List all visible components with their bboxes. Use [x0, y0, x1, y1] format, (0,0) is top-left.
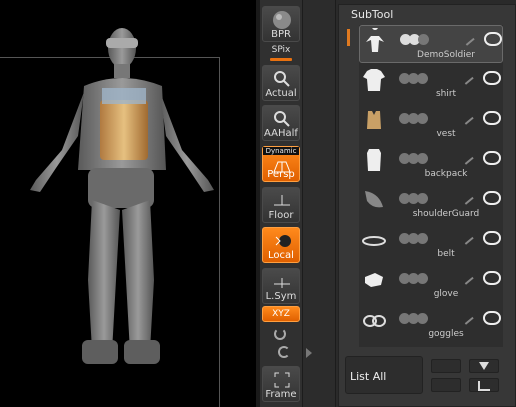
subtool-toggles	[400, 34, 430, 46]
brush-icon[interactable]	[458, 109, 474, 125]
brush-icon[interactable]	[458, 189, 474, 205]
spix-slider-track	[270, 58, 292, 61]
right-shelf: BPR SPix Actual AAHalf Dynamic Persp Flo…	[260, 0, 302, 407]
tray-divider[interactable]	[302, 0, 336, 407]
subtool-toggles	[399, 313, 429, 325]
subtool-toggles	[399, 193, 429, 205]
subtool-name: shoulderGuard	[412, 209, 480, 219]
shirt-thumb-icon	[363, 69, 385, 91]
eye-icon[interactable]	[483, 71, 501, 85]
magnifier-icon	[274, 111, 290, 127]
brush-icon[interactable]	[458, 69, 474, 85]
soldier-thumb-icon	[366, 28, 384, 52]
move-up-button[interactable]	[431, 359, 461, 373]
brush-icon[interactable]	[458, 149, 474, 165]
arrow-down-button[interactable]	[469, 359, 499, 373]
ghost-toggle[interactable]	[417, 113, 428, 124]
subtool-item[interactable]: goggles	[359, 305, 503, 343]
shoulder-guard-thumb-icon	[365, 191, 383, 208]
rotate-y-icon[interactable]	[274, 328, 286, 340]
xyz-button[interactable]: XYZ	[262, 306, 300, 322]
panel-tab-marker	[347, 29, 350, 46]
belt-thumb-icon	[362, 236, 386, 246]
goggles-thumb-icon	[363, 315, 386, 327]
subtool-item[interactable]: vest	[359, 105, 503, 143]
spix-label: SPix	[271, 45, 291, 55]
soldier-model	[30, 28, 214, 364]
local-pivot-icon	[275, 235, 291, 247]
brush-icon[interactable]	[458, 309, 474, 325]
arrow-down-right-button[interactable]	[469, 378, 499, 392]
eye-icon[interactable]	[483, 271, 501, 285]
subtool-toggles	[399, 113, 429, 125]
ghost-toggle[interactable]	[417, 233, 428, 244]
ghost-toggle[interactable]	[417, 193, 428, 204]
brush-icon[interactable]	[458, 229, 474, 245]
list-all-button[interactable]: List All	[345, 356, 423, 394]
lsym-button[interactable]: L.Sym	[262, 268, 300, 304]
eye-icon[interactable]	[483, 151, 501, 165]
subtool-item[interactable]: shirt	[359, 65, 503, 103]
subtool-title[interactable]: SubTool	[351, 8, 393, 21]
brush-icon[interactable]	[458, 269, 474, 285]
eye-icon[interactable]	[483, 231, 501, 245]
brush-icon[interactable]	[459, 30, 475, 46]
canvas-viewport[interactable]	[0, 0, 256, 407]
magnifier-icon	[274, 71, 290, 87]
rotate-z-icon[interactable]	[278, 346, 290, 358]
frame-button[interactable]: Frame	[262, 366, 300, 402]
arrow-return-icon	[478, 381, 490, 391]
glove-thumb-icon	[365, 273, 383, 287]
floor-grid-icon	[274, 195, 290, 206]
subtool-name: backpack	[424, 169, 468, 179]
ghost-toggle[interactable]	[417, 73, 428, 84]
subtool-item[interactable]: glove	[359, 265, 503, 303]
eye-icon[interactable]	[483, 111, 501, 125]
subtool-name: shirt	[435, 89, 457, 99]
subtool-name: glove	[433, 289, 459, 299]
subtool-toggles	[399, 73, 429, 85]
ghost-toggle[interactable]	[417, 273, 428, 284]
persp-button[interactable]: Dynamic Persp	[262, 146, 300, 182]
subtool-name: belt	[437, 249, 455, 259]
ghost-toggle[interactable]	[417, 313, 428, 324]
symmetry-arrows-icon	[274, 278, 290, 288]
bpr-button[interactable]: BPR	[262, 6, 300, 42]
subtool-toggles	[399, 273, 429, 285]
subtool-name: vest	[436, 129, 456, 139]
aahalf-button[interactable]: AAHalf	[262, 105, 300, 141]
eye-icon[interactable]	[483, 191, 501, 205]
move-right-button[interactable]	[431, 378, 461, 392]
spix-slider[interactable]: SPix	[262, 45, 300, 63]
actual-button[interactable]: Actual	[262, 65, 300, 101]
subtool-name: DemoSoldier	[417, 50, 475, 60]
subtool-panel: SubTool DemoSoldier shirt vest backpack shou…	[338, 4, 516, 407]
eye-icon[interactable]	[484, 32, 502, 46]
subtool-toggles	[399, 233, 429, 245]
ghost-toggle[interactable]	[418, 34, 429, 45]
sphere-icon	[273, 11, 291, 29]
frame-corners-icon	[274, 372, 290, 388]
subtool-item[interactable]: DemoSoldier	[359, 25, 503, 63]
subtool-item[interactable]: shoulderGuard	[359, 185, 503, 223]
local-button[interactable]: Local	[262, 227, 300, 263]
arrow-down-icon	[479, 362, 489, 370]
vest-thumb-icon	[367, 111, 381, 129]
collapse-arrow-icon[interactable]	[306, 348, 312, 358]
subtool-name: goggles	[428, 329, 464, 339]
subtool-list: DemoSoldier shirt vest backpack shoulderGuar…	[359, 25, 503, 347]
eye-icon[interactable]	[483, 311, 501, 325]
subtool-item[interactable]: belt	[359, 225, 503, 263]
dynamic-label: Dynamic	[263, 147, 299, 155]
backpack-thumb-icon	[367, 149, 381, 171]
subtool-toggles	[399, 153, 429, 165]
ghost-toggle[interactable]	[417, 153, 428, 164]
subtool-item[interactable]: backpack	[359, 145, 503, 183]
floor-button[interactable]: Floor	[262, 187, 300, 223]
